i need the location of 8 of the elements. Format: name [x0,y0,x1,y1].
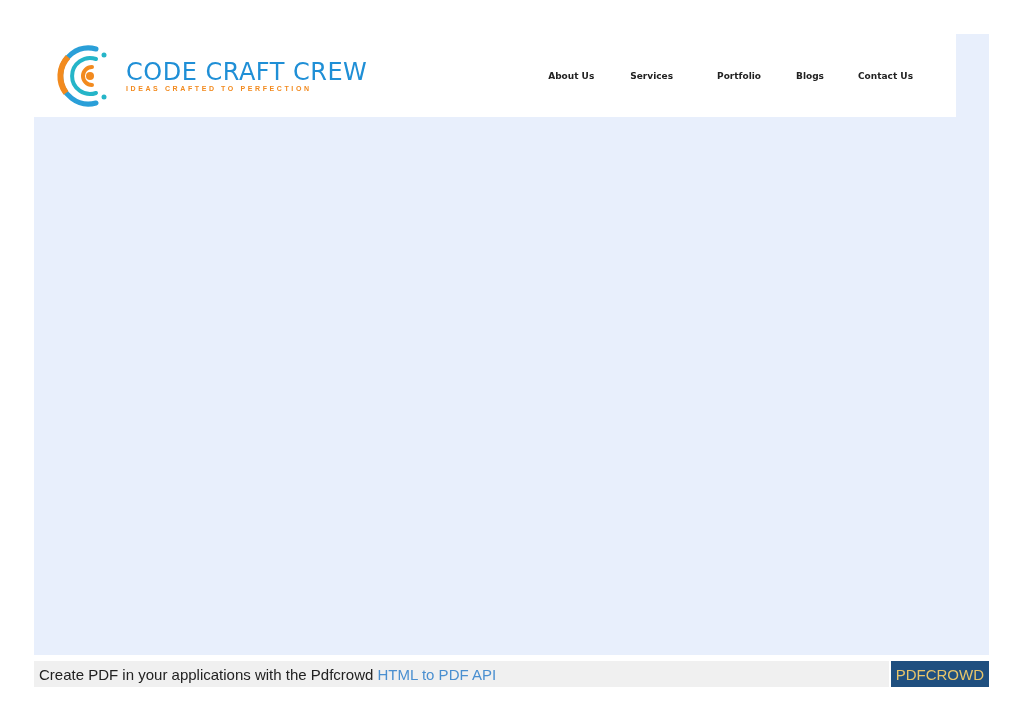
nav-link[interactable]: About Us [548,70,595,81]
nav-link[interactable]: Blogs [796,70,824,81]
nav-link[interactable]: Services [630,70,674,81]
nav-link[interactable]: Portfolio [717,70,762,81]
pdfcrowd-button[interactable]: PDFCROWD [890,661,989,687]
logo-name: CODE CRAFT CREW [126,59,368,85]
footer-text: Create PDF in your applications with the Pdfcrowd HTML to PDF API [39,665,497,683]
nav-link[interactable]: Contact Us [858,70,913,81]
